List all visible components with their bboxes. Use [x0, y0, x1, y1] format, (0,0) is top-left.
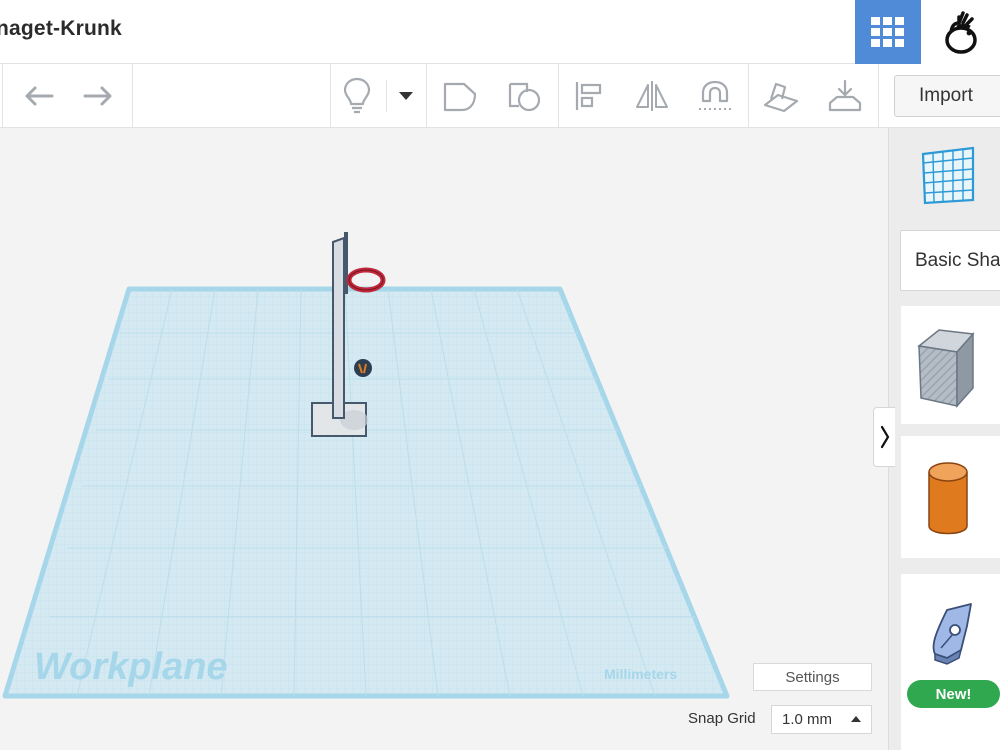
- toolbar: [0, 64, 1000, 128]
- basketball: [354, 359, 372, 377]
- visibility-dropdown-button[interactable]: [388, 76, 424, 116]
- group-shape-icon: [443, 82, 477, 112]
- align-button[interactable]: [567, 76, 609, 116]
- workplane-settings-button[interactable]: Settings: [753, 663, 872, 691]
- undo-icon: [25, 86, 54, 106]
- workplane-scene[interactable]: Workplane Millimeters: [0, 128, 888, 750]
- snap-grid-label: Snap Grid: [688, 710, 756, 727]
- design-title[interactable]: naget-Krunk: [0, 17, 122, 41]
- workplane-grid-shape: [921, 146, 975, 205]
- shape-generator-shape: [932, 603, 972, 665]
- hoop-pole: [332, 236, 345, 419]
- ungroup-button[interactable]: [504, 76, 546, 116]
- units-label: Millimeters: [604, 666, 677, 682]
- mirror-icon: [636, 81, 668, 111]
- cylinder-shape-card[interactable]: [901, 436, 1000, 558]
- shape-generator-card[interactable]: [901, 574, 1000, 750]
- redo-button[interactable]: [78, 76, 120, 116]
- snap-grid-value: 1.0 mm: [782, 711, 833, 728]
- import-button[interactable]: Import: [894, 75, 1000, 117]
- redo-icon: [83, 86, 112, 106]
- design-grid-view-button[interactable]: [855, 0, 921, 64]
- dropdown-caret-icon: [399, 92, 413, 100]
- cylinder-shape: [928, 462, 968, 535]
- shapes-panel: [888, 128, 1000, 750]
- title-bar: naget-Krunk: [0, 0, 1000, 64]
- mirror-button[interactable]: [631, 76, 673, 116]
- workplane-label: Workplane: [34, 646, 228, 688]
- hole-shape-icon: [508, 82, 541, 112]
- design-canvas[interactable]: Workplane Millimeters: [0, 128, 888, 750]
- grid-icon: [871, 17, 904, 47]
- caret-up-icon: [851, 716, 861, 722]
- lightbulb-icon: [343, 77, 371, 114]
- snap-grid-select[interactable]: 1.0 mm: [771, 705, 872, 734]
- workplane-tool-icon: [763, 82, 799, 113]
- cruise-button[interactable]: [694, 76, 736, 116]
- tinkercad-user-icon: [944, 11, 977, 54]
- shape-category-select[interactable]: Basic Shapes: [900, 230, 1000, 291]
- box-shape-card[interactable]: [901, 306, 1000, 424]
- group-button[interactable]: [439, 76, 481, 116]
- undo-button[interactable]: [17, 76, 59, 116]
- ruler-drop-icon: [828, 79, 862, 112]
- chevron-right-icon: [880, 425, 889, 449]
- new-badge: New!: [907, 680, 1000, 708]
- box-shape: [917, 329, 975, 408]
- magnet-icon: [699, 80, 731, 110]
- workplane-shape-card[interactable]: [901, 128, 1000, 224]
- workplane-tool-button[interactable]: [760, 76, 802, 116]
- show-all-button[interactable]: [336, 76, 378, 116]
- user-menu-button[interactable]: [921, 0, 1000, 64]
- ruler-button[interactable]: [824, 76, 866, 116]
- panel-collapse-button[interactable]: [873, 407, 895, 467]
- align-icon: [575, 82, 602, 110]
